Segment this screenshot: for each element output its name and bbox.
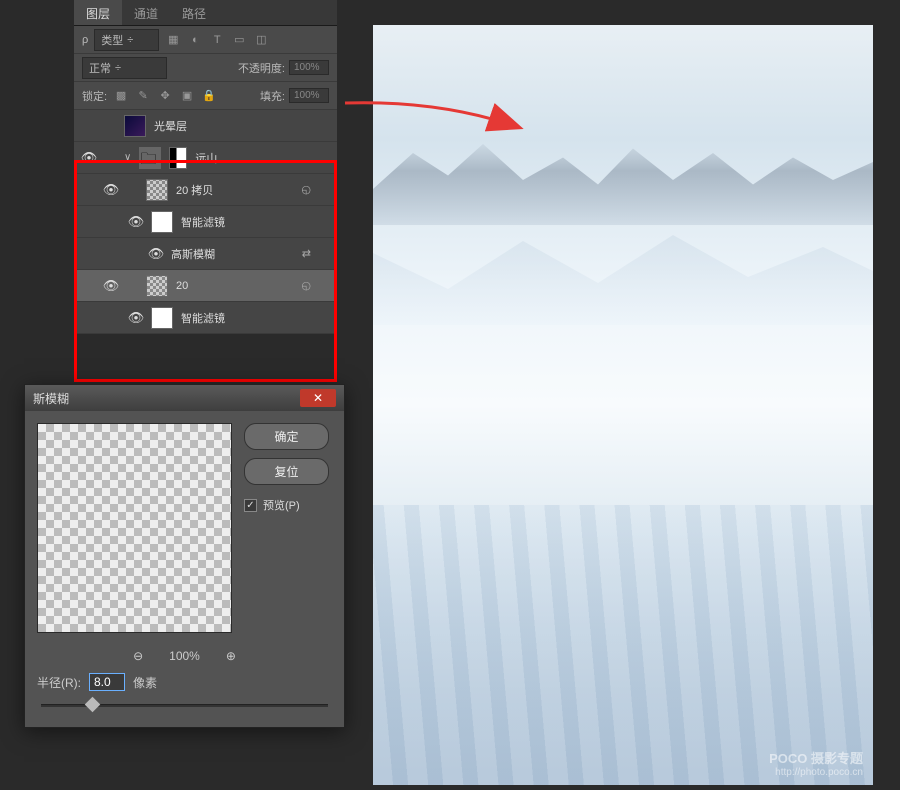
filter-pixel-icon[interactable]: ▦ [165, 32, 181, 48]
opacity-value[interactable]: 100% [289, 60, 329, 75]
tab-layers[interactable]: 图层 [74, 0, 122, 25]
reset-button[interactable]: 复位 [244, 458, 329, 485]
zoom-out-icon[interactable]: ⊖ [133, 649, 143, 663]
filter-settings-icon[interactable]: ⇄ [302, 247, 311, 260]
filter-mask-thumb [151, 211, 173, 233]
layer-thumb [124, 115, 146, 137]
lock-all-icon[interactable]: 🔒 [201, 88, 217, 104]
layer-thumb [146, 275, 168, 297]
gaussian-blur-dialog: 斯模糊 ✕ 确定 复位 ✓ 预览(P) ⊖ 100% ⊕ 半径(R): 像素 [24, 384, 345, 728]
radius-slider[interactable] [41, 695, 328, 715]
visibility-toggle[interactable]: 👁 [104, 183, 118, 197]
fill-label: 填充: [260, 88, 285, 104]
radius-unit: 像素 [133, 674, 157, 691]
layers-list: 光晕层 👁 ∨ 🗀 远山 👁 20 拷贝 ◵ 👁 智能滤镜 [74, 110, 337, 334]
layer-thumb [146, 179, 168, 201]
watermark: POCO 摄影专题 http://photo.poco.cn [769, 751, 863, 779]
filter-gaussian-blur[interactable]: 👁 高斯模糊 ⇄ [74, 238, 337, 270]
filter-type-icon[interactable]: T [209, 32, 225, 48]
smart-object-icon: ◵ [301, 279, 311, 292]
lock-artboard-icon[interactable]: ▣ [179, 88, 195, 104]
mountains-far [373, 135, 873, 225]
tab-paths[interactable]: 路径 [170, 0, 218, 25]
preview-label: 预览(P) [263, 497, 300, 513]
dialog-titlebar[interactable]: 斯模糊 ✕ [25, 385, 344, 411]
layers-panel: 图层 通道 路径 ρ 类型÷ ▦ ◐ T ▭ ◫ 正常÷ 不透明度: 100% … [74, 0, 337, 334]
smart-filters-row-2[interactable]: 👁 智能滤镜 [74, 302, 337, 334]
preview-checkbox[interactable]: ✓ [244, 499, 257, 512]
visibility-toggle[interactable]: 👁 [129, 215, 143, 229]
close-button[interactable]: ✕ [300, 389, 336, 407]
tab-channels[interactable]: 通道 [122, 0, 170, 25]
lock-pixels-icon[interactable]: ✎ [135, 88, 151, 104]
blend-mode-dropdown[interactable]: 正常÷ [82, 57, 167, 79]
zoom-in-icon[interactable]: ⊕ [226, 649, 236, 663]
smart-filters-row[interactable]: 👁 智能滤镜 [74, 206, 337, 238]
layer-20[interactable]: 👁 20 ◵ [74, 270, 337, 302]
visibility-toggle[interactable]: 👁 [129, 311, 143, 325]
mask-thumb [169, 147, 187, 169]
filter-adjust-icon[interactable]: ◐ [187, 32, 203, 48]
filter-row: ρ 类型÷ ▦ ◐ T ▭ ◫ [74, 26, 337, 54]
filter-shape-icon[interactable]: ▭ [231, 32, 247, 48]
chevron-down-icon[interactable]: ∨ [124, 152, 131, 163]
visibility-toggle[interactable]: 👁 [104, 279, 118, 293]
visibility-toggle[interactable]: 👁 [82, 151, 96, 165]
panel-tabs: 图层 通道 路径 [74, 0, 337, 26]
canvas-preview: POCO 摄影专题 http://photo.poco.cn [373, 25, 873, 785]
ok-button[interactable]: 确定 [244, 423, 329, 450]
layer-glow[interactable]: 光晕层 [74, 110, 337, 142]
visibility-toggle[interactable]: 👁 [149, 247, 163, 261]
blur-preview[interactable] [37, 423, 232, 633]
radius-label: 半径(R): [37, 674, 81, 691]
lock-position-icon[interactable]: ✥ [157, 88, 173, 104]
filter-kind-dropdown[interactable]: 类型÷ [94, 29, 159, 51]
fill-value[interactable]: 100% [289, 88, 329, 103]
lock-transparent-icon[interactable]: ▩ [113, 88, 129, 104]
layer-group-mountains[interactable]: 👁 ∨ 🗀 远山 [74, 142, 337, 174]
blend-row: 正常÷ 不透明度: 100% [74, 54, 337, 82]
folder-icon: 🗀 [139, 147, 161, 169]
zoom-level: 100% [169, 649, 200, 663]
ice-foreground [373, 505, 873, 785]
lock-row: 锁定: ▩ ✎ ✥ ▣ 🔒 填充: 100% [74, 82, 337, 110]
layer-20-copy[interactable]: 👁 20 拷贝 ◵ [74, 174, 337, 206]
radius-input[interactable] [89, 673, 125, 691]
slider-thumb[interactable] [85, 697, 101, 713]
filter-smart-icon[interactable]: ◫ [253, 32, 269, 48]
visibility-toggle[interactable] [82, 119, 96, 133]
filter-mask-thumb [151, 307, 173, 329]
smart-object-icon: ◵ [301, 183, 311, 196]
opacity-label: 不透明度: [238, 60, 285, 76]
